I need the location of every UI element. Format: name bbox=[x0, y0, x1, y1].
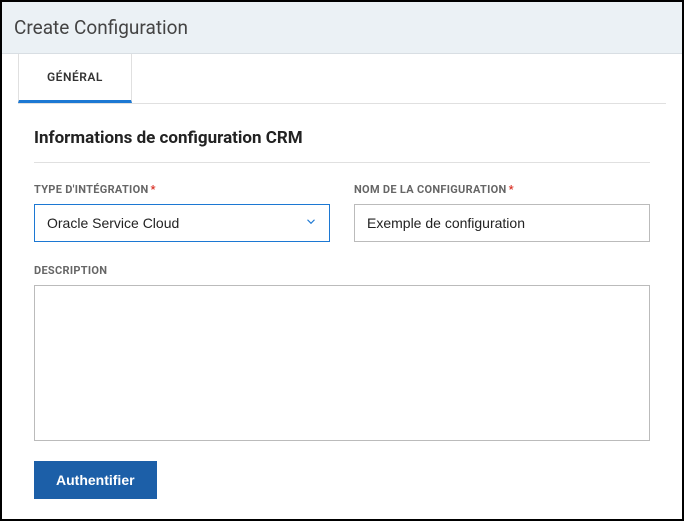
dialog-title: Create Configuration bbox=[14, 16, 670, 39]
integration-type-label: TYPE D'INTÉGRATION* bbox=[34, 183, 330, 196]
authenticate-button[interactable]: Authentifier bbox=[34, 461, 157, 499]
config-name-label-text: NOM DE LA CONFIGURATION bbox=[354, 183, 507, 196]
tab-general-label: GÉNÉRAL bbox=[47, 70, 103, 84]
description-textarea[interactable] bbox=[34, 285, 650, 441]
authenticate-button-label: Authentifier bbox=[56, 472, 135, 488]
integration-type-label-text: TYPE D'INTÉGRATION bbox=[34, 183, 149, 196]
config-name-input[interactable] bbox=[354, 204, 650, 242]
required-marker: * bbox=[151, 183, 156, 196]
dialog-header: Create Configuration bbox=[2, 2, 682, 54]
integration-type-select[interactable] bbox=[34, 204, 330, 242]
description-label: DESCRIPTION bbox=[34, 264, 650, 277]
tab-general[interactable]: GÉNÉRAL bbox=[18, 54, 132, 103]
description-field: DESCRIPTION bbox=[34, 264, 650, 441]
required-marker: * bbox=[509, 183, 514, 196]
integration-type-field: TYPE D'INTÉGRATION* bbox=[34, 183, 330, 242]
tab-bar: GÉNÉRAL bbox=[18, 54, 666, 104]
config-name-label: NOM DE LA CONFIGURATION* bbox=[354, 183, 650, 196]
crm-config-section: Informations de configuration CRM TYPE D… bbox=[18, 104, 666, 499]
config-name-field: NOM DE LA CONFIGURATION* bbox=[354, 183, 650, 242]
section-title: Informations de configuration CRM bbox=[34, 128, 650, 163]
